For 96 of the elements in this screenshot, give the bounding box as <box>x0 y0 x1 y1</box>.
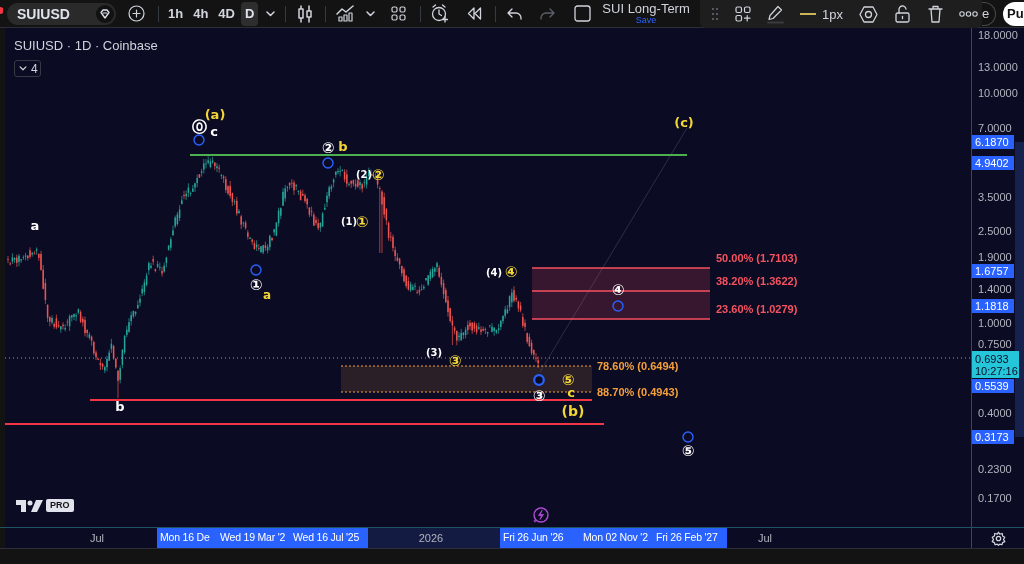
time-tick: Jul <box>756 530 774 546</box>
countdown-timer: 10:27:16 <box>975 364 1019 377</box>
drag-handle-icon[interactable] <box>712 8 718 20</box>
price-marker: 6.1870 <box>972 135 1014 149</box>
circle-marker-icon <box>612 300 624 312</box>
last-price: 0.6933 <box>975 352 1010 365</box>
line-icon <box>800 13 816 15</box>
trash-icon[interactable] <box>927 5 943 23</box>
wave-label: ③ <box>448 353 462 369</box>
square-icon[interactable] <box>574 5 592 22</box>
wave-label: (4) <box>485 268 503 278</box>
settings-icon[interactable] <box>990 530 1006 546</box>
price-tick: 0.7500 <box>978 338 1012 350</box>
circle-marker-icon <box>322 157 334 169</box>
price-tick: 13.0000 <box>978 61 1018 73</box>
settings-icon[interactable] <box>858 5 878 23</box>
wave-label: (1) <box>340 217 358 227</box>
fib-level-label: 88.70% (0.4943) <box>597 386 679 398</box>
wave-label: (b) <box>561 404 585 418</box>
date-marker: Fri 26 Feb '27 <box>653 528 727 548</box>
interval-tab[interactable]: D <box>240 1 259 26</box>
wave-label: (c) <box>674 115 694 129</box>
fib-level-label: 38.20% (1.3622) <box>716 275 798 287</box>
collapse-button[interactable]: 4 <box>14 60 41 77</box>
chevron-down-icon[interactable] <box>366 10 376 17</box>
line-width-button[interactable]: 1px <box>800 7 843 21</box>
wave-label: b <box>115 399 125 413</box>
grid-plus-icon[interactable] <box>735 6 751 22</box>
wave-label: ⑤ <box>561 372 575 388</box>
wave-label: ⑤ <box>681 443 695 459</box>
unlock-icon[interactable] <box>894 5 910 23</box>
alarm-clock-icon[interactable] <box>431 4 450 23</box>
wave-label: c <box>567 385 575 399</box>
lightning-icon[interactable] <box>532 507 549 524</box>
price-tick: 10.0000 <box>978 87 1018 99</box>
interval-tab[interactable]: 4h <box>189 1 213 26</box>
pencil-icon[interactable] <box>767 4 784 24</box>
wave-label: c <box>210 124 218 138</box>
wave-label: ⓪ <box>191 119 207 135</box>
circle-marker-icon <box>533 374 545 386</box>
circle-marker-icon <box>250 264 262 276</box>
wave-label: ④ <box>504 264 518 280</box>
rewind-icon[interactable] <box>467 7 483 20</box>
interval-tab[interactable]: 1h <box>164 1 188 26</box>
grid-icon[interactable] <box>391 6 407 21</box>
date-marker: Wed 19 Mar '2 <box>217 528 290 548</box>
price-tick: 7.0000 <box>978 122 1012 134</box>
date-marker: Fri 26 Jun '26 <box>500 528 580 548</box>
layout-name-button[interactable]: SUI Long-Term <box>602 2 690 15</box>
price-tick: 1.4000 <box>978 283 1012 295</box>
plus-circle-icon[interactable] <box>128 5 145 22</box>
tradingview-logo-icon <box>16 499 44 512</box>
wave-label: ① <box>249 277 263 293</box>
price-tick: 18.0000 <box>978 29 1018 41</box>
price-tick: 1.0000 <box>978 317 1012 329</box>
chevron-down-icon[interactable] <box>266 10 276 17</box>
circle-marker-icon <box>682 431 694 443</box>
price-marker: 1.1818 <box>972 299 1014 313</box>
fib-level-label: 23.60% (1.0279) <box>716 303 798 315</box>
more-icon[interactable] <box>958 11 978 17</box>
chart-title: SUIUSD · 1D · Coinbase <box>14 39 158 52</box>
wave-label: a <box>262 289 272 301</box>
indicators-icon[interactable] <box>336 5 355 22</box>
wave-label: ① <box>355 214 369 230</box>
price-tick: 0.4000 <box>978 407 1012 419</box>
circle-marker-icon <box>193 134 205 146</box>
price-marker: 0.3173 <box>972 430 1014 444</box>
date-marker: Mon 02 Nov '2 <box>580 528 653 548</box>
price-tick: 2.5000 <box>978 225 1012 237</box>
save-status[interactable]: Save <box>635 16 657 25</box>
price-tick: 0.2300 <box>978 463 1012 475</box>
price-marker: 4.9402 <box>972 156 1014 170</box>
time-tick: 2026 <box>417 530 445 546</box>
price-tick: 1.9000 <box>978 251 1012 263</box>
price-marker: 1.6757 <box>972 264 1014 278</box>
price-marker: 0.5539 <box>972 379 1014 393</box>
wave-label: b <box>338 139 348 153</box>
wave-label: ② <box>321 140 335 156</box>
wave-label: (a) <box>204 107 226 121</box>
wave-label: (2) <box>355 170 373 180</box>
interval-tab[interactable]: 4D <box>214 1 239 26</box>
date-marker: Wed 16 Jul '25 <box>290 528 368 548</box>
undo-icon[interactable] <box>507 7 523 20</box>
time-tick: Jul <box>88 530 106 546</box>
price-tick: 0.1700 <box>978 492 1012 504</box>
price-tick: 3.5000 <box>978 191 1012 203</box>
symbol-search-field[interactable]: SUIUSD <box>7 2 116 25</box>
toolbar-button[interactable]: Pu <box>1003 1 1024 26</box>
chevron-down-icon <box>19 66 27 71</box>
wave-label: (3) <box>425 348 443 358</box>
fib-level-label: 50.00% (1.7103) <box>716 252 798 264</box>
pro-badge: PRO <box>46 499 74 512</box>
fib-level-label: 78.60% (0.6494) <box>597 360 679 372</box>
candlestick-icon[interactable] <box>297 4 314 23</box>
wave-label: a <box>30 218 40 232</box>
date-marker: Mon 16 De <box>157 528 217 548</box>
